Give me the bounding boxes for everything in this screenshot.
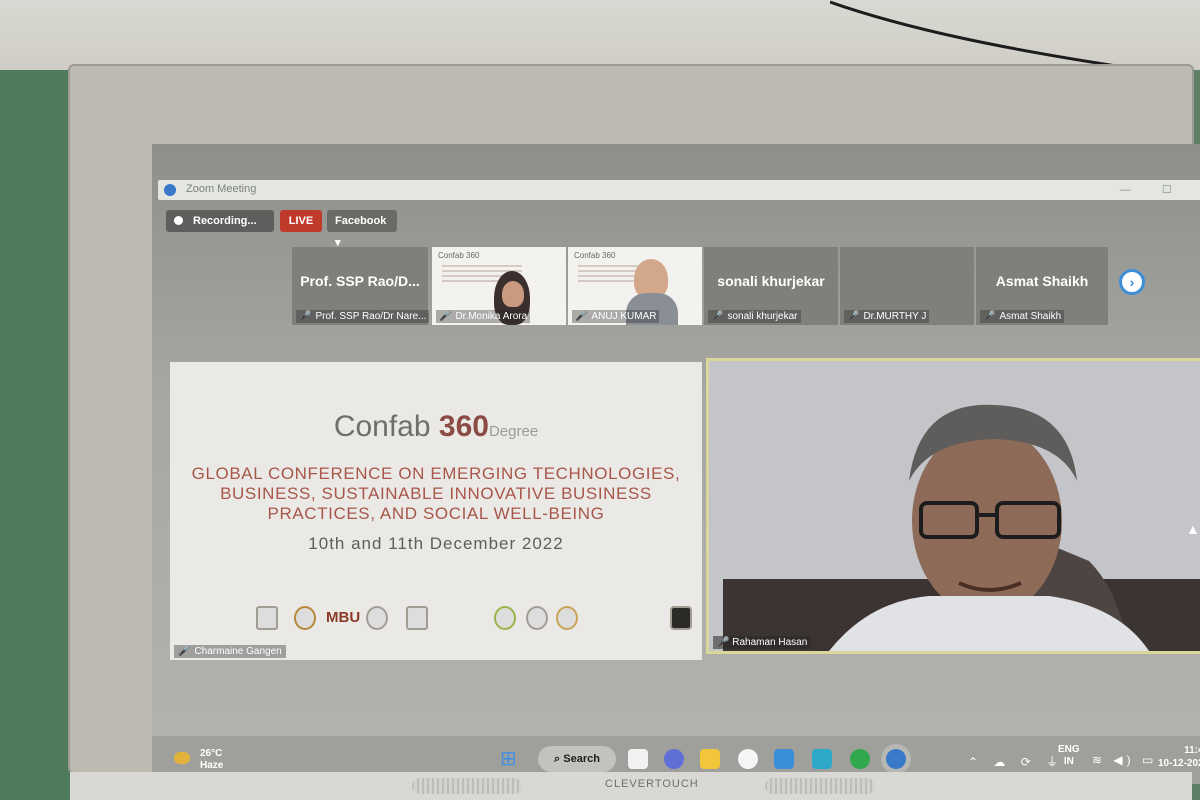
mic-muted-icon: 🎤 (178, 646, 191, 657)
teams-chat-icon[interactable] (664, 749, 684, 769)
window-title: Zoom Meeting (186, 183, 257, 195)
weather-widget[interactable]: 26°C Haze (174, 748, 224, 772)
university-logo-icon (526, 606, 548, 630)
sponsor-logos: MBU (176, 606, 696, 636)
confab-logo: Confab 360Degree (333, 410, 539, 443)
mic-muted-icon: 🎤 (439, 311, 452, 322)
mbu-logo: MBU (326, 609, 361, 626)
mic-muted-icon: 🎤 (847, 311, 860, 322)
mail-icon[interactable] (774, 749, 794, 769)
window-controls[interactable]: — ☐ ✕ (1120, 183, 1200, 196)
thumb-slide-header: Confab 360 (438, 251, 480, 260)
next-page-icon[interactable]: › (1119, 269, 1145, 295)
facebook-dropdown[interactable]: Facebook ▾ (327, 210, 397, 249)
presenter-label: 🎤 Charmaine Gangen (174, 645, 286, 658)
zoom-logo-icon (164, 184, 176, 196)
file-explorer-icon[interactable] (700, 749, 720, 769)
shared-slide: Confab 360Degree GLOBAL CONFERENCE ON EM… (170, 362, 702, 660)
app-icon[interactable] (738, 749, 758, 769)
start-icon[interactable]: ⊞ (500, 749, 517, 769)
participant-tile[interactable]: Confab 360 🎤 ANUJ KUMAR (568, 247, 702, 325)
weather-icon (174, 752, 190, 764)
university-logo-icon (294, 606, 316, 630)
language-indicator[interactable]: ENG IN (1058, 744, 1080, 768)
network-volume-battery-icons[interactable]: ≋ ◀) ▭ (1092, 753, 1157, 767)
clock-time: 11:47 (1184, 745, 1200, 756)
university-logo-icon (494, 606, 516, 630)
participant-name: Prof. SSP Rao/D... (300, 273, 420, 289)
participant-label: 🎤 Dr.MURTHY J (844, 310, 930, 323)
university-logo-icon (366, 606, 388, 630)
participant-face (502, 281, 524, 307)
mic-muted-icon: 🎤 (711, 311, 724, 322)
university-logo-icon (556, 606, 578, 630)
display-bezel: Zoom Meeting — ☐ ✕ Recording... LIVE Fac… (70, 66, 1200, 784)
search-button[interactable]: ⌕ Search (538, 746, 616, 772)
mic-muted-icon: 🎤 (983, 311, 996, 322)
university-logo-icon (256, 606, 278, 630)
speaker-grill-right (765, 778, 875, 794)
system-tray-icons[interactable]: ⌃ ☁ ⟳ ⏚ (968, 753, 1064, 770)
zoom-app-icon[interactable] (886, 749, 906, 769)
participant-label: 🎤 Prof. SSP Rao/Dr Nare... (296, 310, 430, 323)
recording-label: Recording... (193, 215, 257, 227)
slide-date: 10th and 11th December 2022 (308, 534, 564, 553)
edge-browser-icon[interactable] (850, 749, 870, 769)
speaker-video-feed (709, 361, 1200, 651)
live-badge: LIVE (280, 210, 322, 232)
window-titlebar: Zoom Meeting — ☐ ✕ (158, 180, 1200, 200)
participant-label: 🎤 sonali khurjekar (708, 310, 801, 323)
participant-label: 🎤 ANUJ KUMAR (572, 310, 660, 323)
store-icon[interactable] (812, 749, 832, 769)
slide-title: GLOBAL CONFERENCE ON EMERGING TECHNOLOGI… (191, 464, 681, 523)
mouse-cursor-icon: ▲ (1186, 521, 1200, 537)
university-logo-icon (670, 606, 692, 630)
clock-date: 10-12-2022 (1158, 758, 1200, 769)
participant-name: sonali khurjekar (717, 273, 825, 289)
participant-tile[interactable]: Asmat Shaikh 🎤 Asmat Shaikh (976, 247, 1108, 325)
taskbar-clock[interactable]: 11:47 10-12-2022 (1158, 744, 1200, 770)
thumb-slide-header: Confab 360 (574, 251, 616, 260)
university-logo-icon (406, 606, 428, 630)
mic-muted-icon: 🎤 (299, 311, 312, 322)
mic-muted-icon: 🎤 (575, 311, 588, 322)
speaker-grill-left (412, 778, 522, 794)
facebook-label: Facebook (335, 215, 387, 227)
speaker-label: 🎤 Rahaman Hasan (713, 636, 812, 649)
participant-label: 🎤 Asmat Shaikh (980, 310, 1065, 323)
record-icon (174, 216, 183, 225)
wall-left (0, 70, 80, 800)
mic-icon: 🎤 (717, 637, 730, 648)
participant-tile[interactable]: 🎤 Dr.MURTHY J (840, 247, 974, 325)
temperature: 26°C (200, 748, 223, 759)
participant-label: 🎤 Dr.Monika Arora (436, 310, 531, 323)
display-bottom-panel: CLEVERTOUCH (70, 772, 1192, 800)
recording-button[interactable]: Recording... (166, 210, 274, 232)
participant-name: Asmat Shaikh (995, 273, 1089, 289)
wall-cable (830, 0, 1130, 70)
brand-label: CLEVERTOUCH (605, 778, 699, 790)
participant-tile[interactable]: Prof. SSP Rao/D... 🎤 Prof. SSP Rao/Dr Nar… (292, 247, 430, 325)
active-speaker-video[interactable]: 🎤 Rahaman Hasan (706, 358, 1200, 654)
participant-tile[interactable]: Confab 360 🎤 Dr.Monika Arora (432, 247, 566, 325)
participant-tile[interactable]: sonali khurjekar 🎤 sonali khurjekar (704, 247, 838, 325)
task-view-icon[interactable] (628, 749, 648, 769)
weather-condition: Haze (200, 760, 224, 771)
display-screen: Zoom Meeting — ☐ ✕ Recording... LIVE Fac… (152, 144, 1200, 784)
